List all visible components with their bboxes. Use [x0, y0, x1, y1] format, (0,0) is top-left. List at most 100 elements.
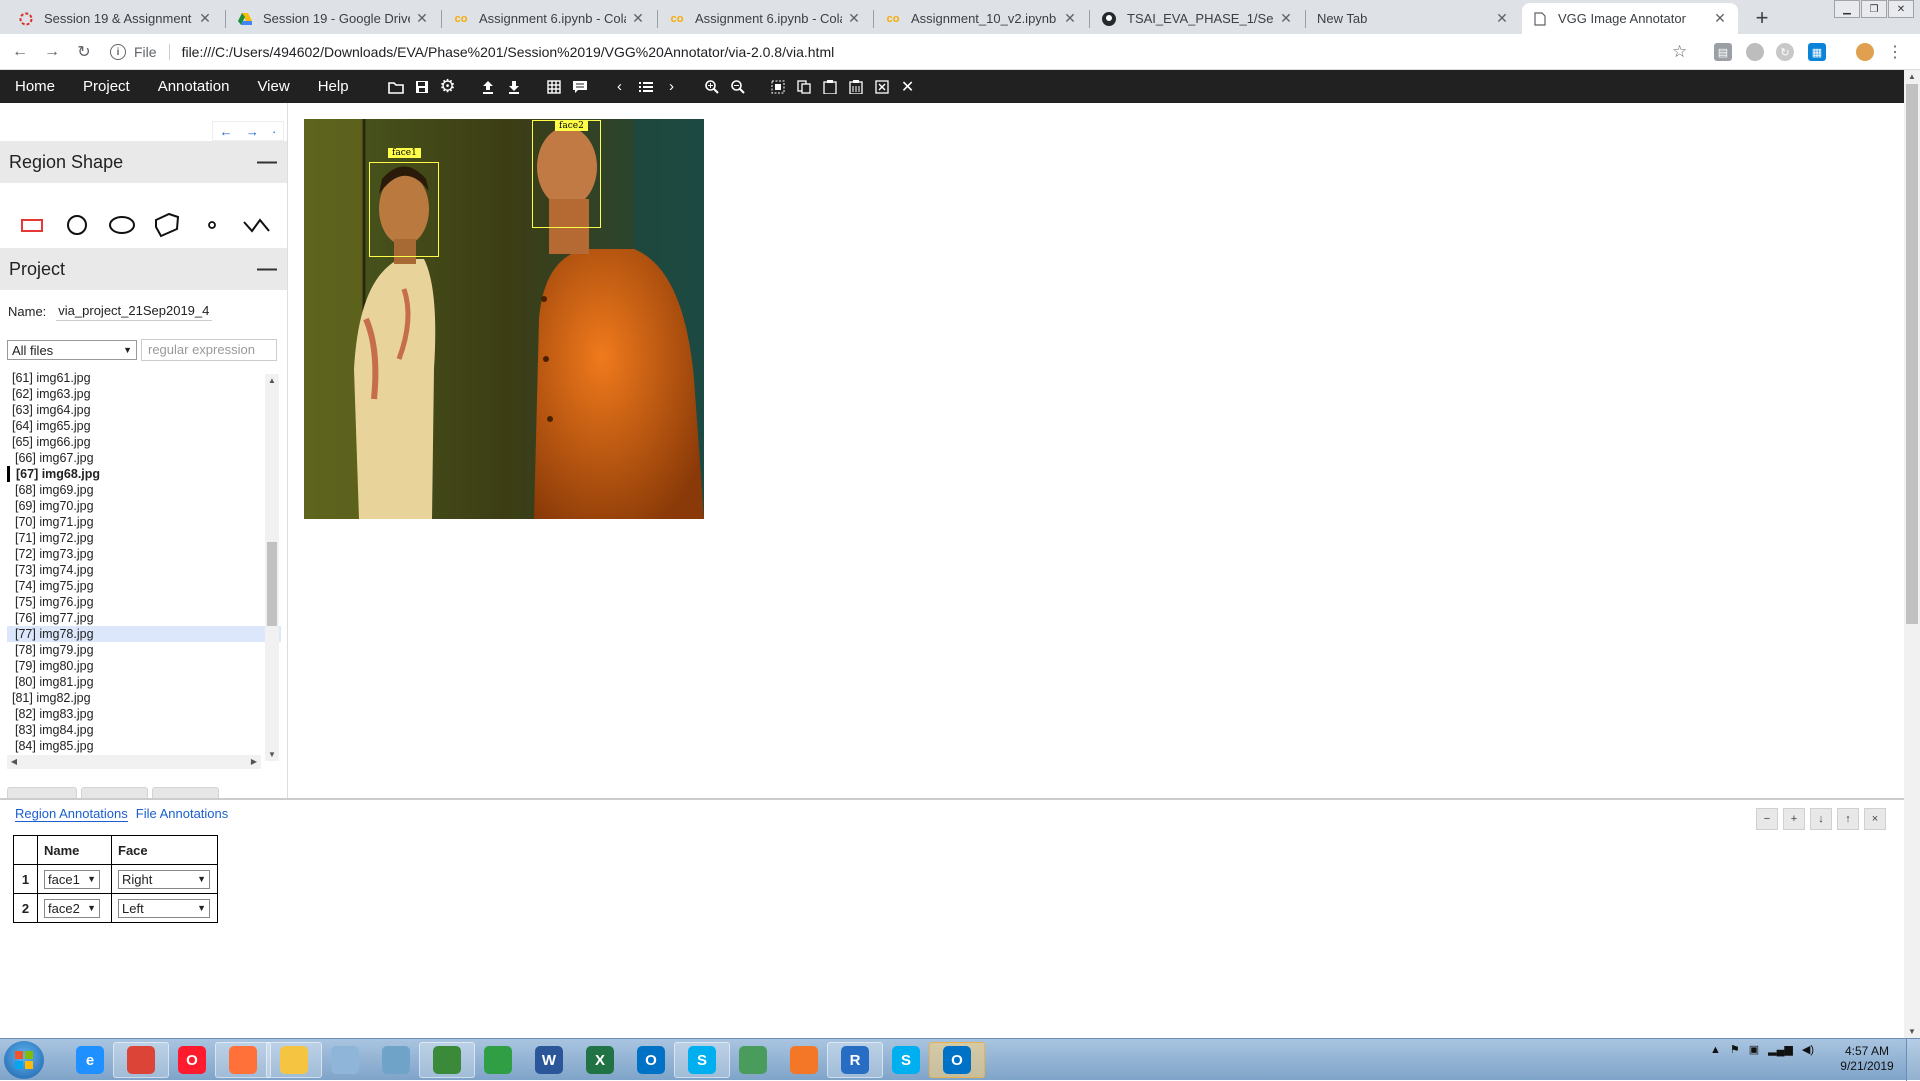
- copy-icon[interactable]: [792, 75, 816, 99]
- rectangle-shape-icon[interactable]: [16, 209, 48, 241]
- excel-taskbar-button[interactable]: X: [572, 1042, 628, 1078]
- file-list-item[interactable]: [74] img75.jpg: [7, 578, 281, 594]
- zoom-out-icon[interactable]: [726, 75, 750, 99]
- grid-view-icon[interactable]: [542, 75, 566, 99]
- add-url-button[interactable]: [81, 787, 148, 798]
- menu-dots-icon[interactable]: ⋮: [1886, 43, 1904, 61]
- zoom-in-icon[interactable]: [700, 75, 724, 99]
- browser-tab-active[interactable]: VGG Image Annotator ✕: [1522, 3, 1738, 34]
- r-taskbar-button[interactable]: R: [827, 1042, 883, 1078]
- scroll-up-icon[interactable]: ▲: [1905, 72, 1919, 81]
- file-list-item[interactable]: [67] img68.jpg: [7, 466, 281, 482]
- annotated-image[interactable]: face1 face2: [304, 119, 704, 519]
- opera-taskbar-button[interactable]: O: [164, 1042, 220, 1078]
- settings-icon[interactable]: ⚙: [436, 75, 460, 99]
- name-select[interactable]: face2 ▼: [44, 898, 100, 918]
- collapse-icon[interactable]: —: [257, 151, 277, 174]
- volume-icon[interactable]: ◀): [1802, 1043, 1814, 1056]
- scroll-up-icon[interactable]: ▲: [265, 376, 279, 385]
- file-list-item[interactable]: [73] img74.jpg: [7, 562, 281, 578]
- bookmark-star-icon[interactable]: ☆: [1672, 42, 1687, 62]
- file-list-item[interactable]: [84] img85.jpg: [7, 738, 281, 754]
- file-list-item[interactable]: [63] img64.jpg: [7, 402, 281, 418]
- file-list-item[interactable]: [71] img72.jpg: [7, 530, 281, 546]
- page-scrollbar[interactable]: ▲ ▼: [1904, 70, 1920, 1038]
- polyline-shape-icon[interactable]: [241, 209, 273, 241]
- menu-home[interactable]: Home: [0, 70, 69, 103]
- expand-panel-icon[interactable]: →: [246, 124, 259, 139]
- file-list-item[interactable]: [77] img78.jpg: [7, 626, 281, 642]
- region-box[interactable]: [369, 162, 439, 257]
- file-list-item[interactable]: [68] img69.jpg: [7, 482, 281, 498]
- polygon-shape-icon[interactable]: [151, 209, 183, 241]
- reload-icon[interactable]: ↻: [74, 42, 94, 62]
- windows-extension-icon[interactable]: ▦: [1808, 43, 1826, 61]
- notepad-taskbar-button[interactable]: [368, 1042, 424, 1078]
- close-tab-icon[interactable]: ✕: [630, 10, 646, 27]
- close-tab-icon[interactable]: ✕: [1494, 10, 1510, 27]
- scroll-down-icon[interactable]: ▼: [1905, 1027, 1919, 1036]
- menu-view[interactable]: View: [243, 70, 303, 103]
- restore-button[interactable]: ❐: [1861, 0, 1887, 18]
- close-tab-icon[interactable]: ✕: [414, 10, 430, 27]
- skype-business-taskbar-button[interactable]: S: [674, 1042, 730, 1078]
- increase-height-button[interactable]: +: [1783, 808, 1805, 830]
- flag-icon[interactable]: ⚑: [1730, 1043, 1740, 1056]
- circle-shape-icon[interactable]: [61, 209, 93, 241]
- face-select[interactable]: Right ▼: [118, 869, 210, 889]
- internet-explorer-taskbar-button[interactable]: e: [62, 1042, 118, 1078]
- minimize-button[interactable]: ▁: [1834, 0, 1860, 18]
- file-list-item[interactable]: [69] img70.jpg: [7, 498, 281, 514]
- tab-region-annotations[interactable]: Region Annotations: [15, 806, 128, 822]
- face-select[interactable]: Left ▼: [118, 898, 210, 918]
- network-icon[interactable]: ▂▄▆: [1768, 1043, 1793, 1056]
- ellipse-shape-icon[interactable]: [106, 209, 138, 241]
- skype-taskbar-button[interactable]: S: [878, 1042, 934, 1078]
- sync-icon[interactable]: ↻: [1776, 43, 1794, 61]
- file-list-item[interactable]: [75] img76.jpg: [7, 594, 281, 610]
- extension-icon[interactable]: ▤: [1714, 43, 1732, 61]
- file-list-item[interactable]: [65] img66.jpg: [7, 434, 281, 450]
- project-header[interactable]: Project —: [0, 248, 287, 290]
- next-image-icon[interactable]: ›: [660, 75, 684, 99]
- file-list-item[interactable]: [76] img77.jpg: [7, 610, 281, 626]
- decrease-height-button[interactable]: −: [1756, 808, 1778, 830]
- close-tab-icon[interactable]: ✕: [1278, 10, 1294, 27]
- file-list-scrollbar[interactable]: ▲ ▼: [265, 374, 279, 761]
- move-down-button[interactable]: ↓: [1810, 808, 1832, 830]
- chrome-taskbar-button[interactable]: [113, 1042, 169, 1078]
- outlook-taskbar-button[interactable]: O: [623, 1042, 679, 1078]
- scroll-left-icon[interactable]: ◀: [7, 757, 21, 766]
- green-app-taskbar-button[interactable]: [470, 1042, 526, 1078]
- file-list-item[interactable]: [61] img61.jpg: [7, 370, 281, 386]
- add-files-button[interactable]: [7, 787, 77, 798]
- browser-tab[interactable]: co Assignment 6.ipynb - Colab ✕: [443, 3, 656, 34]
- browser-tab[interactable]: Session 19 - Google Drive ✕: [227, 3, 440, 34]
- paint-taskbar-button[interactable]: [419, 1042, 475, 1078]
- close-window-button[interactable]: ✕: [1888, 0, 1914, 18]
- file-filter-select[interactable]: All files ▼: [7, 340, 137, 360]
- file-list-item[interactable]: [80] img81.jpg: [7, 674, 281, 690]
- close-tab-icon[interactable]: ✕: [1062, 10, 1078, 27]
- extension-icon[interactable]: [1746, 43, 1764, 61]
- browser-tab[interactable]: New Tab ✕: [1307, 3, 1520, 34]
- upload-icon[interactable]: [476, 75, 500, 99]
- download-icon[interactable]: [502, 75, 526, 99]
- file-list-item[interactable]: [62] img63.jpg: [7, 386, 281, 402]
- start-button[interactable]: [4, 1041, 44, 1079]
- file-list-item[interactable]: [70] img71.jpg: [7, 514, 281, 530]
- list-icon[interactable]: [634, 75, 658, 99]
- scroll-down-icon[interactable]: ▼: [265, 750, 279, 759]
- region-shape-header[interactable]: Region Shape —: [0, 141, 287, 183]
- outlook-open-taskbar-button[interactable]: O: [929, 1042, 985, 1078]
- menu-help[interactable]: Help: [304, 70, 363, 103]
- address-bar[interactable]: i File file:///C:/Users/494602/Downloads…: [110, 39, 1700, 65]
- menu-project[interactable]: Project: [69, 70, 144, 103]
- name-select[interactable]: face1 ▼: [44, 869, 100, 889]
- paste-special-icon[interactable]: [844, 75, 868, 99]
- delete-region-icon[interactable]: [870, 75, 894, 99]
- info-icon[interactable]: i: [110, 44, 126, 60]
- close-tab-icon[interactable]: ✕: [197, 10, 213, 27]
- file-list-item[interactable]: [78] img79.jpg: [7, 642, 281, 658]
- file-list-item[interactable]: [81] img82.jpg: [7, 690, 281, 706]
